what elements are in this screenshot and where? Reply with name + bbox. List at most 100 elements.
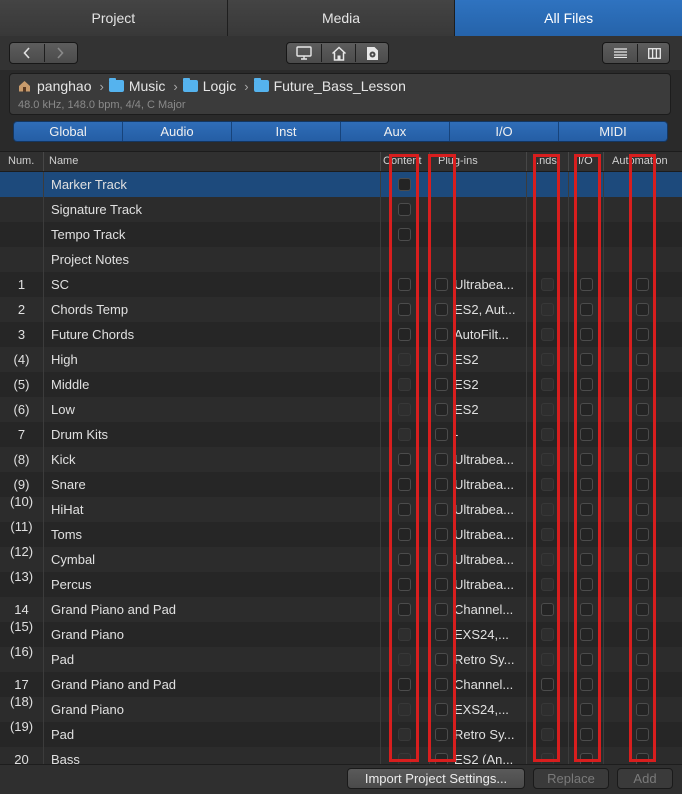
filter-midi[interactable]: MIDI bbox=[559, 122, 667, 141]
table-row[interactable]: (19) Pad Retro Sy... bbox=[0, 719, 682, 747]
breadcrumb-music[interactable]: Music bbox=[108, 78, 165, 94]
breadcrumb-logic[interactable]: Logic bbox=[182, 78, 236, 94]
sends-checkbox[interactable] bbox=[541, 753, 554, 764]
plugins-checkbox[interactable] bbox=[435, 428, 448, 441]
automation-checkbox[interactable] bbox=[636, 353, 649, 366]
content-checkbox[interactable] bbox=[398, 728, 411, 741]
plugins-checkbox[interactable] bbox=[435, 278, 448, 291]
plugins-checkbox[interactable] bbox=[435, 653, 448, 666]
plugins-checkbox[interactable] bbox=[435, 478, 448, 491]
table-row[interactable]: Tempo Track bbox=[0, 222, 682, 247]
sends-checkbox[interactable] bbox=[541, 603, 554, 616]
content-checkbox[interactable] bbox=[398, 478, 411, 491]
io-checkbox[interactable] bbox=[580, 753, 593, 764]
sends-checkbox[interactable] bbox=[541, 503, 554, 516]
table-row[interactable]: (11) Toms Ultrabea... bbox=[0, 519, 682, 547]
automation-checkbox[interactable] bbox=[636, 528, 649, 541]
content-checkbox[interactable] bbox=[398, 528, 411, 541]
content-checkbox[interactable] bbox=[398, 403, 411, 416]
tab-all-files[interactable]: All Files bbox=[455, 0, 682, 36]
breadcrumb-project[interactable]: Future_Bass_Lesson bbox=[253, 78, 406, 94]
automation-checkbox[interactable] bbox=[636, 378, 649, 391]
table-row[interactable]: 3 Future Chords AutoFilt... bbox=[0, 322, 682, 347]
table-row[interactable]: (13) Percus Ultrabea... bbox=[0, 569, 682, 597]
table-row[interactable]: 20 Bass ES2 (An... bbox=[0, 747, 682, 764]
plugins-checkbox[interactable] bbox=[435, 703, 448, 716]
automation-checkbox[interactable] bbox=[636, 753, 649, 764]
automation-checkbox[interactable] bbox=[636, 453, 649, 466]
io-checkbox[interactable] bbox=[580, 703, 593, 716]
plugins-checkbox[interactable] bbox=[435, 328, 448, 341]
filter-inst[interactable]: Inst bbox=[232, 122, 341, 141]
sends-checkbox[interactable] bbox=[541, 478, 554, 491]
replace-button[interactable]: Replace bbox=[533, 768, 609, 789]
add-button[interactable]: Add bbox=[617, 768, 673, 789]
filter-io[interactable]: I/O bbox=[450, 122, 559, 141]
plugins-checkbox[interactable] bbox=[435, 628, 448, 641]
io-checkbox[interactable] bbox=[580, 503, 593, 516]
table-row[interactable]: (5) Middle ES2 bbox=[0, 372, 682, 397]
sends-checkbox[interactable] bbox=[541, 653, 554, 666]
content-checkbox[interactable] bbox=[398, 303, 411, 316]
filter-audio[interactable]: Audio bbox=[123, 122, 232, 141]
plugins-checkbox[interactable] bbox=[435, 753, 448, 764]
io-checkbox[interactable] bbox=[580, 678, 593, 691]
io-checkbox[interactable] bbox=[580, 628, 593, 641]
io-checkbox[interactable] bbox=[580, 603, 593, 616]
automation-checkbox[interactable] bbox=[636, 503, 649, 516]
breadcrumb-user[interactable]: panghao bbox=[18, 78, 92, 94]
column-header-num[interactable]: Num. bbox=[8, 155, 34, 167]
io-checkbox[interactable] bbox=[580, 278, 593, 291]
plugins-checkbox[interactable] bbox=[435, 678, 448, 691]
io-checkbox[interactable] bbox=[580, 578, 593, 591]
column-header-sends[interactable]: ..nds bbox=[533, 155, 557, 167]
content-checkbox[interactable] bbox=[398, 353, 411, 366]
content-checkbox[interactable] bbox=[398, 503, 411, 516]
io-checkbox[interactable] bbox=[580, 728, 593, 741]
sends-checkbox[interactable] bbox=[541, 278, 554, 291]
io-checkbox[interactable] bbox=[580, 403, 593, 416]
content-checkbox[interactable] bbox=[398, 703, 411, 716]
content-checkbox[interactable] bbox=[398, 278, 411, 291]
column-header-content[interactable]: Content bbox=[383, 155, 422, 167]
io-checkbox[interactable] bbox=[580, 553, 593, 566]
automation-checkbox[interactable] bbox=[636, 603, 649, 616]
filter-global[interactable]: Global bbox=[14, 122, 123, 141]
column-header-io[interactable]: I/O bbox=[578, 155, 593, 167]
project-folder-button[interactable] bbox=[356, 43, 389, 63]
automation-checkbox[interactable] bbox=[636, 653, 649, 666]
automation-checkbox[interactable] bbox=[636, 328, 649, 341]
content-checkbox[interactable] bbox=[398, 453, 411, 466]
table-row[interactable]: 7 Drum Kits - bbox=[0, 422, 682, 447]
table-row[interactable]: Project Notes bbox=[0, 247, 682, 272]
sends-checkbox[interactable] bbox=[541, 428, 554, 441]
table-row[interactable]: 1 SC Ultrabea... bbox=[0, 272, 682, 297]
forward-button[interactable] bbox=[44, 43, 78, 63]
column-view-button[interactable] bbox=[638, 43, 670, 63]
column-header-plugins[interactable]: Plug-ins bbox=[438, 155, 478, 167]
content-checkbox[interactable] bbox=[398, 678, 411, 691]
table-row[interactable]: (18) Grand Piano EXS24,... bbox=[0, 694, 682, 722]
content-checkbox[interactable] bbox=[398, 628, 411, 641]
sends-checkbox[interactable] bbox=[541, 403, 554, 416]
computer-button[interactable] bbox=[287, 43, 321, 63]
plugins-checkbox[interactable] bbox=[435, 378, 448, 391]
table-row[interactable]: (4) High ES2 bbox=[0, 347, 682, 372]
io-checkbox[interactable] bbox=[580, 478, 593, 491]
column-header-name[interactable]: Name bbox=[49, 155, 78, 167]
table-row[interactable]: (15) Grand Piano EXS24,... bbox=[0, 619, 682, 647]
sends-checkbox[interactable] bbox=[541, 353, 554, 366]
content-checkbox[interactable] bbox=[398, 653, 411, 666]
automation-checkbox[interactable] bbox=[636, 428, 649, 441]
sends-checkbox[interactable] bbox=[541, 678, 554, 691]
plugins-checkbox[interactable] bbox=[435, 528, 448, 541]
sends-checkbox[interactable] bbox=[541, 553, 554, 566]
table-row[interactable]: (8) Kick Ultrabea... bbox=[0, 447, 682, 472]
automation-checkbox[interactable] bbox=[636, 553, 649, 566]
table-row[interactable]: Marker Track bbox=[0, 172, 682, 197]
automation-checkbox[interactable] bbox=[636, 678, 649, 691]
sends-checkbox[interactable] bbox=[541, 628, 554, 641]
table-row[interactable]: (12) Cymbal Ultrabea... bbox=[0, 544, 682, 572]
tab-project[interactable]: Project bbox=[0, 0, 228, 36]
content-checkbox[interactable] bbox=[398, 553, 411, 566]
